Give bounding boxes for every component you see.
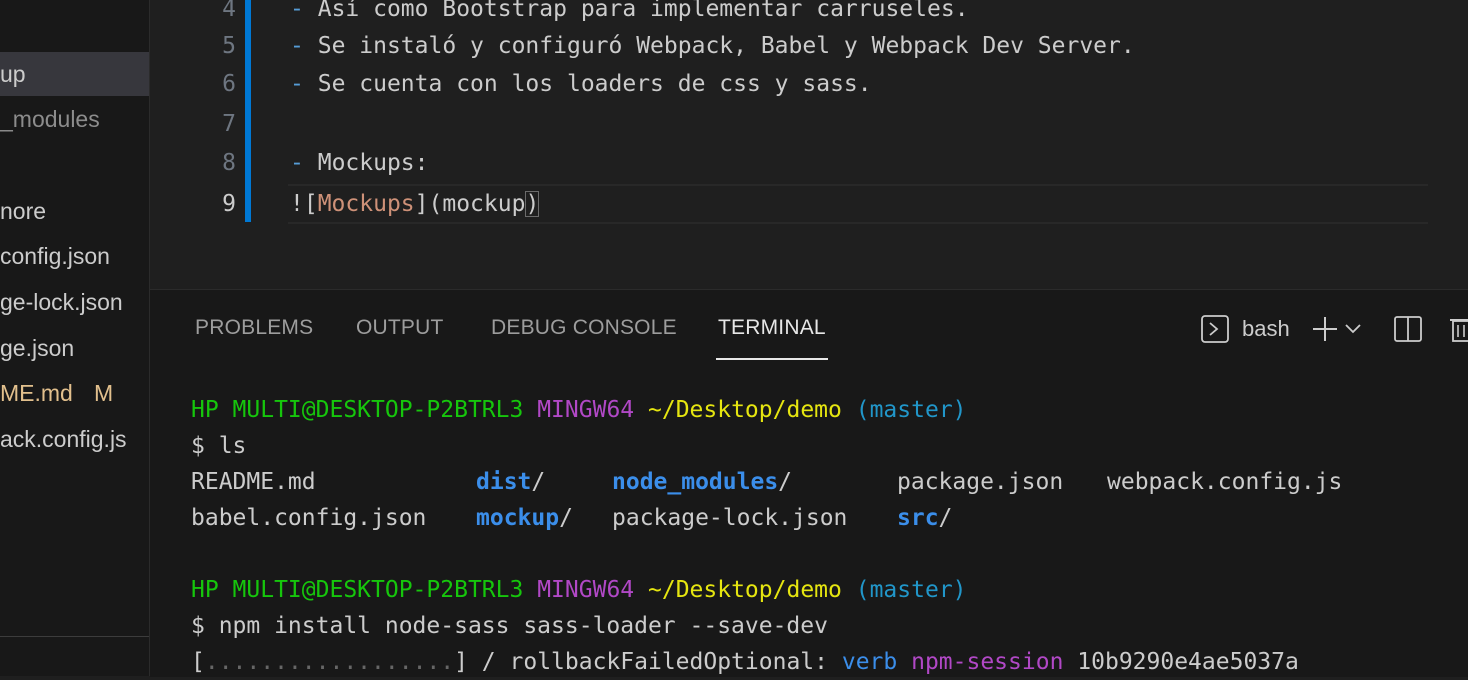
prompt-path: ~/Desktop/demo (648, 577, 842, 603)
code-line[interactable]: ![Mockups](mockup) (290, 185, 540, 223)
file-item[interactable]: ME.md M (0, 371, 149, 415)
ls-entry: src/ (897, 500, 952, 536)
npm-progress-line: [..................] / rollbackFailedOpt… (191, 644, 1299, 680)
tab-terminal[interactable]: TERMINAL (718, 316, 826, 340)
image-link-text: Mockups (317, 191, 415, 217)
prompt-system: MINGW64 (537, 397, 635, 423)
terminal-prompt: HP MULTI@DESKTOP-P2BTRL3 MINGW64 ~/Deskt… (191, 572, 967, 608)
prompt-branch: (master) (855, 397, 967, 423)
sidebar-divider (0, 636, 149, 637)
line-number: 9 (222, 191, 236, 217)
image-link-mid: ]( (414, 191, 443, 217)
code-line[interactable]: - Mockups: (290, 144, 429, 182)
split-icon (1394, 316, 1422, 342)
tab-debug-console[interactable]: DEBUG CONSOLE (491, 316, 677, 340)
modified-badge: M (94, 380, 114, 406)
code-line[interactable]: - Se cuenta con los loaders de css y sas… (290, 65, 872, 103)
list-bullet: - (290, 71, 304, 97)
plus-icon (1313, 317, 1337, 341)
new-terminal-button[interactable] (1310, 314, 1340, 344)
progress-dots: .................. (204, 649, 455, 675)
file-item-label: ack.config.js (0, 426, 127, 452)
log-key: npm-session (911, 649, 1064, 675)
progress-status: ] / rollbackFailedOptional: (454, 649, 842, 675)
file-item[interactable]: ge-lock.json (0, 280, 149, 324)
image-link-target: mockup (442, 191, 526, 217)
prompt-path: ~/Desktop/demo (648, 397, 842, 423)
ls-dir-name: dist (476, 469, 532, 495)
shell-label: bash (1242, 316, 1290, 341)
line-text: Se instaló y configuró Webpack, Babel y … (317, 33, 1135, 59)
image-link-close: ) (525, 191, 540, 217)
file-item-label: up (0, 61, 26, 87)
tab-output[interactable]: OUTPUT (356, 316, 444, 340)
file-item-label: ME.md (0, 380, 73, 406)
line-number: 7 (222, 111, 236, 137)
line-text: Se cuenta con los loaders de css y sass. (317, 71, 872, 97)
active-tab-indicator (716, 358, 828, 360)
split-terminal-button[interactable] (1393, 314, 1423, 344)
file-item[interactable]: config.json (0, 234, 149, 278)
prompt-system: MINGW64 (537, 577, 635, 603)
modified-gutter-indicator (245, 0, 251, 222)
line-number: 5 (222, 33, 236, 59)
ls-entry: webpack.config.js (1107, 469, 1343, 495)
ls-entry: package.json (897, 469, 1064, 495)
terminal-command: $ npm install node-sass sass-loader --sa… (191, 613, 828, 639)
file-item-label: nore (0, 198, 47, 224)
file-item[interactable]: _modules (0, 97, 149, 141)
trash-icon (1450, 319, 1468, 342)
bottom-panel: PROBLEMS OUTPUT DEBUG CONSOLE TERMINAL b… (150, 289, 1468, 677)
line-number: 4 (222, 0, 236, 22)
prompt-user: HP MULTI@DESKTOP-P2BTRL3 (191, 397, 524, 423)
code-line[interactable]: - Así como Bootstrap para implementar ca… (290, 0, 969, 28)
list-bullet: - (290, 150, 304, 176)
file-item[interactable]: ack.config.js (0, 417, 149, 461)
log-level: verb (841, 649, 898, 675)
line-text: Mockups: (317, 150, 429, 176)
image-link-open: ![ (290, 191, 318, 217)
ls-dir-name: src (897, 505, 939, 531)
code-line[interactable]: - Se instaló y configuró Webpack, Babel … (290, 27, 1135, 65)
file-item[interactable]: up (0, 52, 149, 96)
terminal-dropdown-button[interactable] (1343, 314, 1363, 344)
line-number: 6 (222, 71, 236, 97)
line-text: Así como Bootstrap para implementar carr… (317, 0, 969, 22)
file-item-label: config.json (0, 243, 110, 269)
ls-entry: babel.config.json (191, 505, 427, 531)
file-item-label: ge.json (0, 335, 75, 361)
terminal-prompt: HP MULTI@DESKTOP-P2BTRL3 MINGW64 ~/Deskt… (191, 392, 967, 428)
file-item[interactable]: nore (0, 189, 149, 233)
ls-dir-slash: / (531, 469, 546, 495)
file-item-label: _modules (0, 106, 100, 132)
ls-entry: node_modules/ (612, 464, 792, 500)
progress-open: [ (191, 649, 205, 675)
tab-problems[interactable]: PROBLEMS (195, 316, 313, 340)
log-value: 10b9290e4ae5037a (1077, 649, 1299, 675)
line-number: 8 (222, 150, 236, 176)
ls-dir-slash: / (559, 505, 573, 531)
ls-entry: package-lock.json (612, 505, 848, 531)
file-item[interactable]: ge.json (0, 326, 149, 370)
ls-dir-name: node_modules (612, 469, 779, 495)
kill-terminal-button[interactable] (1446, 314, 1468, 344)
ls-dir-slash: / (938, 505, 953, 531)
list-bullet: - (290, 33, 304, 59)
ls-entry: mockup/ (476, 500, 573, 536)
list-bullet: - (290, 0, 304, 22)
file-item-label: ge-lock.json (0, 289, 123, 315)
terminal-icon (1201, 315, 1229, 343)
ls-entry: dist/ (476, 464, 545, 500)
chevron-down-icon (1345, 324, 1361, 334)
ls-dir-name: mockup (476, 505, 560, 531)
ls-entry: README.md (191, 469, 316, 495)
prompt-branch: (master) (855, 577, 967, 603)
terminal-command: $ ls (191, 433, 247, 459)
code-editor[interactable]: 4 - Así como Bootstrap para implementar … (150, 0, 1468, 289)
prompt-user: HP MULTI@DESKTOP-P2BTRL3 (191, 577, 524, 603)
ls-dir-slash: / (778, 469, 793, 495)
explorer-sidebar: up _modules nore config.json ge-lock.jso… (0, 0, 150, 676)
